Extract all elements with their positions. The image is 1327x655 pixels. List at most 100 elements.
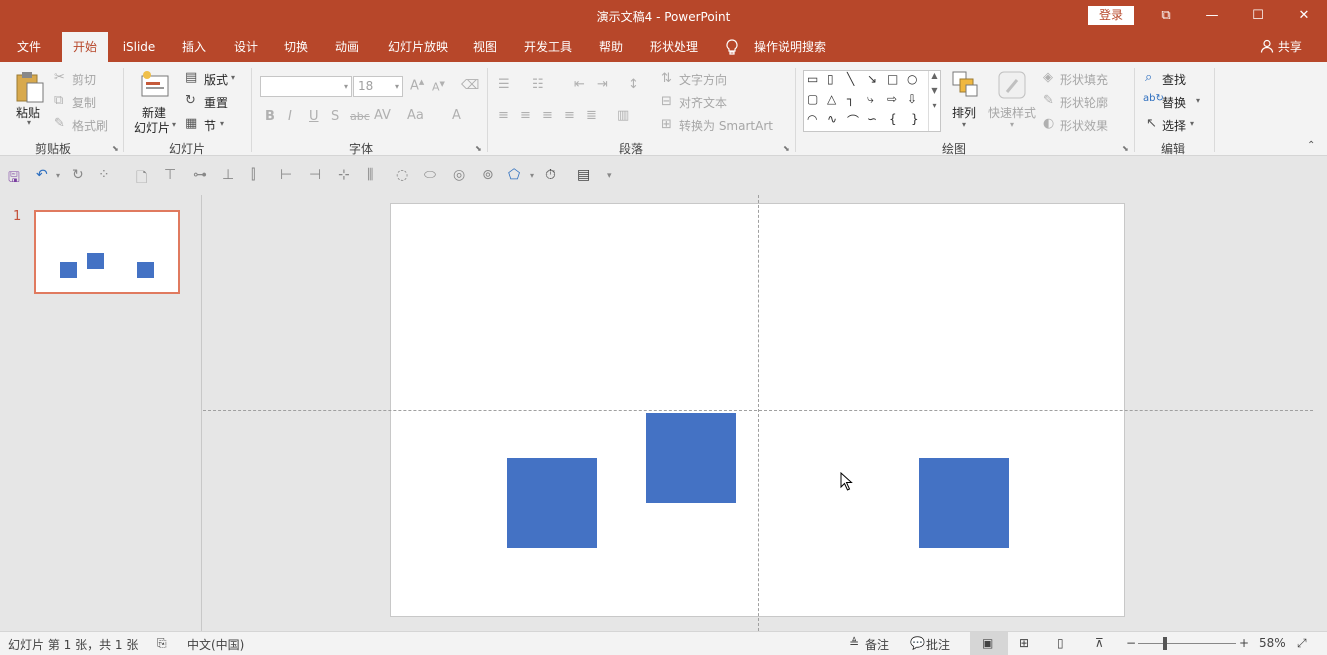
tell-me-search[interactable]: 操作说明搜索 <box>748 32 832 62</box>
undo-icon[interactable]: ↶ <box>36 167 48 183</box>
clear-formatting-icon[interactable]: ⌫ <box>461 78 479 93</box>
blue-square-shape-right[interactable] <box>919 458 1009 548</box>
slide-editing-area[interactable] <box>203 195 1327 631</box>
tab-insert[interactable]: 插入 <box>172 32 216 62</box>
right-brace-shape-icon[interactable]: } <box>911 112 919 126</box>
animation-painter-icon[interactable]: ⏱ <box>545 167 556 183</box>
scroll-down-icon[interactable]: ▼ <box>929 86 940 95</box>
fit-to-window-icon[interactable]: ⤢ <box>1297 636 1307 651</box>
lightbulb-icon[interactable] <box>722 32 742 62</box>
new-slide-button[interactable]: 新建 幻灯片 ▾ <box>132 70 180 138</box>
redo-icon[interactable]: ↻ <box>72 167 84 183</box>
arrange-button[interactable]: 排列 ▾ <box>948 70 982 138</box>
tab-file[interactable]: 文件 <box>6 32 52 62</box>
align-left-icon[interactable]: ⊢ <box>280 167 292 183</box>
bold-icon[interactable]: B <box>265 109 275 124</box>
font-name-combo[interactable]: ▾ <box>260 76 352 97</box>
freeform-shape-icon[interactable]: ◠ <box>807 112 817 126</box>
line-spacing-icon[interactable]: ↕ <box>628 77 639 92</box>
spell-check-icon[interactable]: ⎘ <box>157 636 167 651</box>
shape-effects-button[interactable]: 形状效果 <box>1060 117 1108 134</box>
shape-intersect-icon[interactable]: ⊚ <box>482 167 494 183</box>
quick-styles-button[interactable]: 快速样式 ▾ <box>986 70 1038 138</box>
notes-button[interactable]: 备注 <box>865 636 889 653</box>
tab-home[interactable]: 开始 <box>62 32 108 62</box>
section-button[interactable]: 节 <box>204 117 216 134</box>
rounded-rectangle-shape-icon[interactable]: ▢ <box>807 92 818 106</box>
align-middle-icon[interactable]: ⊶ <box>193 167 207 183</box>
select-button[interactable]: 选择 <box>1162 117 1186 134</box>
chevron-down-icon[interactable]: ▾ <box>56 171 60 180</box>
tab-developer[interactable]: 开发工具 <box>515 32 581 62</box>
layout-button[interactable]: 版式 <box>204 71 228 88</box>
oval-shape-icon[interactable]: ○ <box>907 72 917 86</box>
shape-fragment-icon[interactable]: ◎ <box>453 167 465 183</box>
chevron-down-icon[interactable]: ▾ <box>530 171 534 180</box>
align-center-icon[interactable]: ≡ <box>520 108 531 123</box>
bullets-icon[interactable]: ☰ <box>498 77 510 92</box>
grow-font-icon[interactable]: A▲ <box>410 78 424 93</box>
comments-button[interactable]: 批注 <box>926 636 950 653</box>
login-button[interactable]: 登录 <box>1088 6 1134 25</box>
decrease-indent-icon[interactable]: ⇤ <box>574 77 585 92</box>
new-document-icon[interactable]: 🗋 <box>136 167 147 191</box>
find-button[interactable]: 查找 <box>1162 71 1186 88</box>
edit-shape-icon[interactable]: ⬠ <box>508 167 520 183</box>
change-case-icon[interactable]: Aa <box>407 108 424 123</box>
align-left-icon[interactable]: ≡ <box>498 108 509 123</box>
rectangle-shape-icon[interactable]: □ <box>887 72 898 86</box>
down-arrow-shape-icon[interactable]: ⇩ <box>907 92 917 106</box>
columns-icon[interactable]: ▥ <box>617 108 629 123</box>
tab-help[interactable]: 帮助 <box>589 32 633 62</box>
line-shape-icon[interactable]: ╲ <box>847 72 854 86</box>
language-status[interactable]: 中文(中国) <box>187 636 244 653</box>
slideshow-view-icon[interactable]: ⊼ <box>1095 636 1104 650</box>
shape-combine-icon[interactable]: ⬭ <box>424 167 436 183</box>
left-brace-shape-icon[interactable]: { <box>889 112 897 126</box>
dialog-launcher-icon[interactable]: ⬊ <box>112 144 119 153</box>
replace-button[interactable]: 替换 <box>1162 94 1186 111</box>
reading-view-icon[interactable]: ▯ <box>1057 636 1064 650</box>
font-color-icon[interactable]: A <box>452 108 461 123</box>
save-icon[interactable]: 🖫 <box>8 167 20 191</box>
distribute-vertical-icon[interactable]: ⫿ <box>251 167 255 183</box>
tab-slideshow[interactable]: 幻灯片放映 <box>380 32 456 62</box>
zoom-slider[interactable] <box>1138 643 1236 644</box>
zoom-out-icon[interactable]: − <box>1126 636 1136 650</box>
scribble-shape-icon[interactable]: ∿ <box>827 112 837 126</box>
shape-fill-button[interactable]: 形状填充 <box>1060 71 1108 88</box>
cut-button[interactable]: 剪切 <box>72 71 96 88</box>
strikethrough-icon[interactable]: abc <box>350 110 370 123</box>
minimize-button[interactable]: — <box>1189 0 1235 32</box>
notes-page-icon[interactable]: ▤ <box>577 167 590 183</box>
distribute-icon[interactable]: ⁘ <box>98 167 110 183</box>
shadow-icon[interactable]: S <box>331 109 339 124</box>
tab-design[interactable]: 设计 <box>224 32 268 62</box>
normal-view-button[interactable]: ▣ <box>970 632 1008 655</box>
customize-toolbar-icon[interactable]: ▾ <box>607 171 612 181</box>
format-painter-button[interactable]: 格式刷 <box>72 117 108 134</box>
numbering-icon[interactable]: ☷ <box>532 77 544 92</box>
scroll-up-icon[interactable]: ▲ <box>929 71 940 80</box>
italic-icon[interactable]: I <box>288 109 292 124</box>
align-right-icon[interactable]: ≡ <box>542 108 553 123</box>
vertical-textbox-shape-icon[interactable]: ▯ <box>827 72 834 86</box>
justify-icon[interactable]: ≡ <box>564 108 575 123</box>
slide-sorter-icon[interactable]: ⊞ <box>1019 636 1029 650</box>
align-text-button[interactable]: 对齐文本 <box>679 94 727 111</box>
slide-thumbnail-1[interactable] <box>34 210 180 294</box>
dialog-launcher-icon[interactable]: ⬊ <box>1122 144 1129 153</box>
right-arrow-shape-icon[interactable]: ⇨ <box>887 92 897 106</box>
align-top-icon[interactable]: ⊤ <box>164 167 176 183</box>
align-right-icon[interactable]: ⊣ <box>309 167 321 183</box>
gallery-more-icon[interactable]: ▾ <box>929 101 940 110</box>
zoom-in-icon[interactable]: + <box>1239 636 1249 650</box>
underline-icon[interactable]: U <box>309 109 319 124</box>
dialog-launcher-icon[interactable]: ⬊ <box>783 144 790 153</box>
close-button[interactable]: ✕ <box>1281 0 1327 32</box>
elbow-connector-shape-icon[interactable]: ┐ <box>847 92 854 106</box>
convert-smartart-button[interactable]: 转换为 SmartArt <box>679 117 773 134</box>
zoom-slider-thumb[interactable] <box>1163 637 1167 650</box>
shrink-font-icon[interactable]: A▼ <box>432 80 445 94</box>
arrow-line-shape-icon[interactable]: ↘ <box>867 72 877 86</box>
